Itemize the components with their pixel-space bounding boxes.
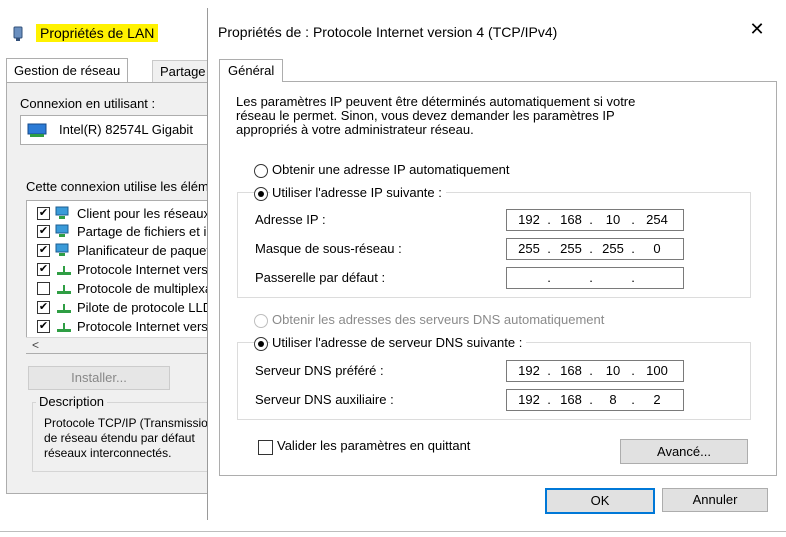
octet-separator: . xyxy=(631,363,635,378)
component-checkbox[interactable]: ✔ xyxy=(37,207,50,220)
component-checkbox[interactable]: ✔ xyxy=(37,301,50,314)
lan-window-title: Propriétés de LAN xyxy=(36,24,159,42)
connect-using-label: Connexion en utilisant : xyxy=(20,96,156,111)
octet-separator: . xyxy=(547,392,551,407)
ip-octet[interactable]: 254 xyxy=(641,212,673,227)
component-checkbox[interactable]: ✔ xyxy=(37,320,50,333)
ip-octet[interactable]: 255 xyxy=(597,241,629,256)
intro-text: Les paramètres IP peuvent être déterminé… xyxy=(236,94,636,137)
ip-octet[interactable]: 8 xyxy=(597,392,629,407)
preferred-dns-label: Serveur DNS préféré : xyxy=(255,363,384,378)
ip-octet[interactable]: 168 xyxy=(555,363,587,378)
protocol-icon xyxy=(57,323,71,332)
octet-separator: . xyxy=(631,392,635,407)
octet-separator: . xyxy=(547,363,551,378)
subnet-mask-field[interactable]: 255. 255. 255. 0 xyxy=(506,238,684,260)
octet-separator: . xyxy=(589,392,593,407)
ip-octet[interactable]: 255 xyxy=(555,241,587,256)
octet-separator: . xyxy=(589,241,593,256)
ip-octet[interactable]: 0 xyxy=(641,241,673,256)
validate-label[interactable]: Valider les paramètres en quittant xyxy=(277,438,470,453)
description-title: Description xyxy=(36,394,108,409)
octet-separator: . xyxy=(547,241,551,256)
close-icon[interactable]: ✕ xyxy=(746,19,768,40)
protocol-icon xyxy=(57,304,71,313)
adapter-name: Intel(R) 82574L Gigabit xyxy=(59,122,193,137)
preferred-dns-field[interactable]: 192. 168. 10. 100 xyxy=(506,360,684,382)
scroll-left-icon[interactable]: < xyxy=(32,338,39,352)
lan-tab-strip: Gestion de réseau Partage xyxy=(6,58,214,82)
gateway-label: Passerelle par défaut : xyxy=(255,270,386,285)
ip-octet[interactable]: 168 xyxy=(555,212,587,227)
component-label: Planificateur de paquets QoS xyxy=(77,243,212,258)
protocol-icon xyxy=(57,285,71,294)
description-text: Protocole TCP/IP (Transmission de réseau… xyxy=(44,416,210,460)
component-checkbox[interactable]: ✔ xyxy=(37,244,50,257)
octet-separator: . xyxy=(547,212,551,227)
ip-octet[interactable]: 255 xyxy=(513,241,545,256)
ip-auto-label[interactable]: Obtenir une adresse IP automatiquement xyxy=(272,162,510,177)
component-label: Client pour les réseaux Microsoft xyxy=(77,206,211,221)
octet-separator: . xyxy=(631,241,635,256)
qos-icon xyxy=(55,243,69,256)
component-checkbox[interactable]: ✔ xyxy=(37,225,50,238)
alternate-dns-label: Serveur DNS auxiliaire : xyxy=(255,392,394,407)
ip-manual-radio[interactable] xyxy=(254,187,268,201)
tab-general[interactable]: Général xyxy=(219,59,284,82)
component-checkbox[interactable]: ✔ xyxy=(37,263,50,276)
ip-manual-label[interactable]: Utiliser l'adresse IP suivante : xyxy=(270,185,446,200)
cancel-button[interactable]: Annuler xyxy=(662,488,768,512)
network-client-icon xyxy=(55,206,69,219)
ip-octet[interactable]: 168 xyxy=(555,392,587,407)
network-card-icon xyxy=(27,123,47,137)
dns-manual-label[interactable]: Utiliser l'adresse de serveur DNS suivan… xyxy=(270,335,527,350)
octet-separator: . xyxy=(631,270,635,285)
ip-auto-radio[interactable] xyxy=(254,164,268,178)
ip-octet[interactable]: 100 xyxy=(641,363,673,378)
gateway-field[interactable]: . . . xyxy=(506,267,684,289)
components-list[interactable]: ✔ Client pour les réseaux Microsoft ✔ Pa… xyxy=(26,200,212,354)
tab-network-management[interactable]: Gestion de réseau xyxy=(6,58,129,82)
ip-octet[interactable]: 10 xyxy=(597,363,629,378)
dns-manual-radio[interactable] xyxy=(254,337,268,351)
ip-octet[interactable]: 10 xyxy=(597,212,629,227)
ip-octet[interactable]: 192 xyxy=(513,212,545,227)
ip-octet[interactable]: 192 xyxy=(513,363,545,378)
tab-sharing[interactable]: Partage xyxy=(152,60,214,82)
advanced-button[interactable]: Avancé... xyxy=(620,439,748,464)
component-label: Protocole Internet version 4 xyxy=(77,262,211,277)
validate-checkbox[interactable] xyxy=(258,440,273,455)
dns-auto-radio[interactable] xyxy=(254,314,268,328)
dialog-title: Propriétés de : Protocole Internet versi… xyxy=(218,24,558,40)
network-adapter-icon xyxy=(13,26,23,41)
divider xyxy=(0,531,786,532)
dns-auto-label[interactable]: Obtenir les adresses des serveurs DNS au… xyxy=(272,312,604,327)
alternate-dns-field[interactable]: 192. 168. 8. 2 xyxy=(506,389,684,411)
octet-separator: . xyxy=(547,270,551,285)
ip-octet[interactable]: 2 xyxy=(641,392,673,407)
component-label: Partage de fichiers et imprimantes xyxy=(77,224,211,239)
ip-octet[interactable]: 192 xyxy=(513,392,545,407)
file-share-icon xyxy=(55,224,69,237)
component-label: Protocole de multiplexage xyxy=(77,281,212,296)
octet-separator: . xyxy=(589,270,593,285)
octet-separator: . xyxy=(631,212,635,227)
octet-separator: . xyxy=(589,212,593,227)
horizontal-scrollbar[interactable]: < xyxy=(26,337,210,353)
ok-button[interactable]: OK xyxy=(545,488,655,514)
component-checkbox[interactable] xyxy=(37,282,50,295)
install-button[interactable]: Installer... xyxy=(28,366,170,390)
component-label: Pilote de protocole LLDP xyxy=(77,300,212,315)
component-label: Protocole Internet version 6 xyxy=(77,319,211,334)
adapter-field: Intel(R) 82574L Gigabit xyxy=(20,115,212,145)
protocol-icon xyxy=(57,266,71,275)
octet-separator: . xyxy=(589,363,593,378)
ip-address-label: Adresse IP : xyxy=(255,212,326,227)
subnet-mask-label: Masque de sous-réseau : xyxy=(255,241,402,256)
ip-address-field[interactable]: 192. 168. 10. 254 xyxy=(506,209,684,231)
